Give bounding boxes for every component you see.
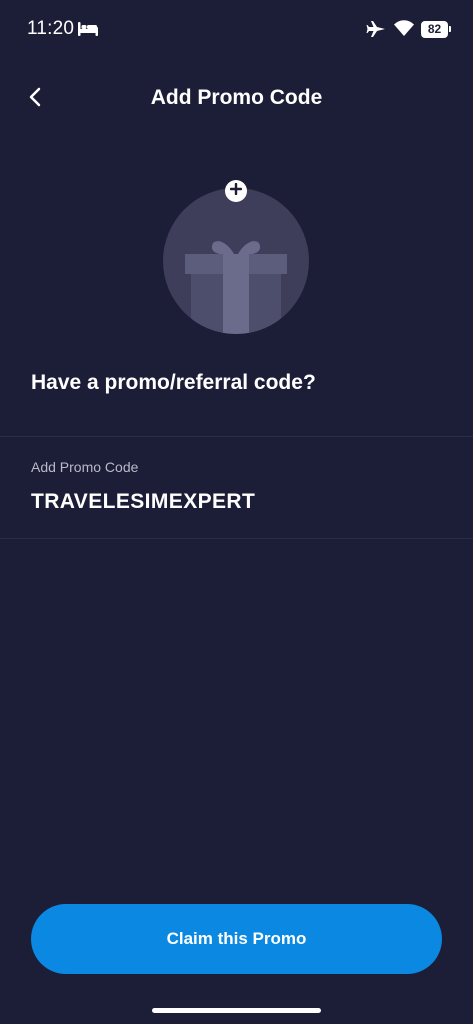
battery-tip	[449, 26, 451, 32]
page-title: Add Promo Code	[150, 86, 323, 109]
promo-code-input[interactable]: TRAVELESIMEXPERT	[31, 490, 255, 514]
home-indicator	[152, 1008, 321, 1013]
promo-heading: Have a promo/referral code?	[31, 371, 316, 394]
airplane-icon	[366, 20, 386, 43]
status-bar: 11:20 82	[0, 0, 473, 60]
plus-icon	[229, 182, 243, 200]
gift-illustration	[163, 188, 309, 334]
promo-code-field[interactable]: Add Promo Code TRAVELESIMEXPERT	[0, 437, 473, 538]
add-promo-badge[interactable]	[225, 180, 247, 202]
bed-icon	[78, 22, 98, 41]
claim-promo-button[interactable]: Claim this Promo	[31, 904, 442, 974]
divider	[0, 538, 473, 539]
gift-icon	[185, 241, 287, 334]
status-time: 11:20	[27, 18, 75, 39]
wifi-icon	[394, 20, 414, 41]
promo-code-label: Add Promo Code	[31, 459, 139, 475]
battery-icon: 82	[421, 21, 448, 38]
